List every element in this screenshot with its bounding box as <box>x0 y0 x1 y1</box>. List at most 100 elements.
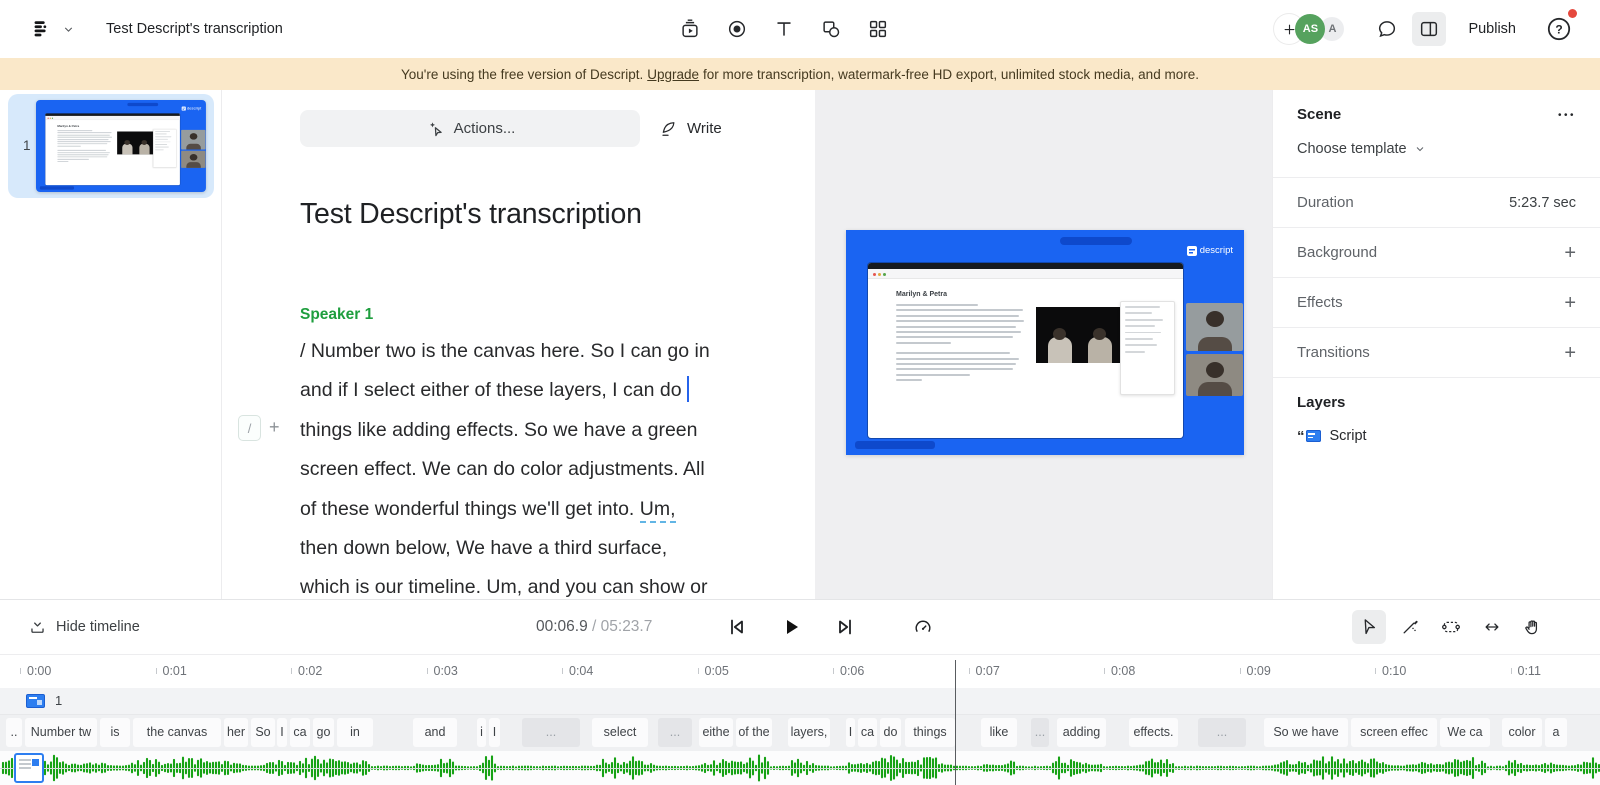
upgrade-link[interactable]: Upgrade <box>647 67 699 82</box>
speaker-label[interactable]: Speaker 1 <box>300 306 373 324</box>
word-segment[interactable]: color <box>1502 718 1542 747</box>
word-segment[interactable]: the canvas <box>133 718 221 747</box>
word-segment[interactable]: I <box>489 718 500 747</box>
word-segment[interactable]: layers, <box>788 718 830 747</box>
webcam-layer-1[interactable] <box>181 129 206 150</box>
word-segment[interactable]: is <box>100 718 130 747</box>
toggle-sidebar-button[interactable] <box>1412 12 1447 46</box>
silence-segment[interactable]: ... <box>522 718 580 747</box>
descript-logo-button[interactable] <box>26 14 56 44</box>
word-segment[interactable]: ca <box>290 718 310 747</box>
add-transitions-button[interactable]: + <box>1564 343 1576 363</box>
inspector-row-duration[interactable]: Duration 5:23.7 sec <box>1273 177 1600 227</box>
transcript-text[interactable]: and if I select either of these layers, … <box>300 379 682 401</box>
word-segment[interactable]: like <box>981 718 1017 747</box>
add-effects-button[interactable]: + <box>1564 293 1576 313</box>
help-button[interactable]: ? <box>1544 9 1577 44</box>
webcam-layer-1[interactable] <box>1186 303 1243 351</box>
filler-word[interactable]: Um, <box>486 576 523 599</box>
play-button[interactable] <box>774 610 808 644</box>
transcript-line[interactable]: things like adding effects. So we have a… <box>300 411 780 450</box>
word-segment[interactable]: We ca <box>1440 718 1490 747</box>
word-segment[interactable]: .. <box>6 718 22 747</box>
word-segment[interactable]: I <box>846 718 855 747</box>
silence-segment[interactable]: ... <box>1031 718 1049 747</box>
transcript[interactable]: / Number two is the canvas here. So I ca… <box>300 332 780 599</box>
inspector-row-background[interactable]: Background + <box>1273 227 1600 277</box>
publish-button[interactable]: Publish <box>1468 21 1516 37</box>
inspector-row-effects[interactable]: Effects + <box>1273 277 1600 327</box>
range-select-tool-button[interactable] <box>1434 610 1468 644</box>
screen-recording-layer[interactable]: Marilyn & Petra <box>868 263 1183 438</box>
hand-tool-button[interactable] <box>1516 610 1550 644</box>
slash-command-button[interactable]: / <box>238 415 261 441</box>
write-button[interactable]: Write <box>658 119 722 139</box>
word-segment[interactable]: her <box>224 718 248 747</box>
transcript-line[interactable]: of these wonderful things we'll get into… <box>300 490 780 529</box>
add-block-button[interactable]: + <box>269 417 280 438</box>
transcript-text[interactable]: of these wonderful things we'll get into… <box>300 498 640 520</box>
word-segment[interactable]: I <box>277 718 287 747</box>
word-segment[interactable]: things <box>905 718 955 747</box>
trim-tool-button[interactable] <box>1475 610 1509 644</box>
hide-timeline-button[interactable]: Hide timeline <box>28 618 140 637</box>
transcript-line[interactable]: / Number two is the canvas here. So I ca… <box>300 332 780 371</box>
clip-thumbnail-chip[interactable] <box>14 753 44 783</box>
playback-speed-button[interactable] <box>906 610 940 644</box>
transcript-text[interactable]: things like adding effects. So we have a… <box>300 419 697 441</box>
playhead[interactable] <box>954 660 957 785</box>
transcript-text[interactable]: which is our timeline. <box>300 576 486 598</box>
word-track[interactable]: .. Number tw is the canvas her So Ica go in and i I… <box>0 715 1600 751</box>
razor-tool-button[interactable] <box>1393 610 1427 644</box>
word-segment[interactable]: eithe <box>699 718 733 747</box>
word-segment[interactable]: adding <box>1057 718 1106 747</box>
silence-segment[interactable]: ... <box>658 718 692 747</box>
transcript-text[interactable]: screen effect. We can do color adjustmen… <box>300 458 705 480</box>
word-segment[interactable]: So <box>251 718 275 747</box>
add-shapes-button[interactable] <box>814 12 848 46</box>
avatar-primary[interactable]: AS <box>1295 14 1326 44</box>
video-preview[interactable]: descript Marilyn & Petra <box>846 230 1244 455</box>
skip-to-end-button[interactable] <box>828 610 862 644</box>
transcript-line[interactable]: then down below, We have a third surface… <box>300 529 780 568</box>
project-title[interactable]: Test Descript's transcription <box>106 21 283 37</box>
record-button[interactable] <box>720 12 754 46</box>
layer-item-script[interactable]: “ Script <box>1297 428 1576 444</box>
word-segment[interactable]: a <box>1545 718 1567 747</box>
add-text-button[interactable] <box>767 12 801 46</box>
word-segment[interactable]: effects. <box>1129 718 1178 747</box>
skip-to-start-button[interactable] <box>720 610 754 644</box>
screen-recording-layer[interactable]: Marilyn & Petra <box>45 113 180 186</box>
webcam-layer-2[interactable] <box>181 150 206 168</box>
transcript-text[interactable]: / Number two is the canvas here. So I ca… <box>300 340 710 362</box>
word-segment[interactable]: in <box>337 718 373 747</box>
word-segment[interactable]: i <box>477 718 486 747</box>
word-segment[interactable]: So we have <box>1264 718 1348 747</box>
add-background-button[interactable]: + <box>1564 243 1576 263</box>
timeline-ruler[interactable]: 0:00 0:01 0:02 0:03 0:04 0:05 0:06 0:07 0:08 0:09… <box>0 655 1600 688</box>
webcam-layer-2[interactable] <box>1186 354 1243 396</box>
select-tool-button[interactable] <box>1352 610 1386 644</box>
word-segment[interactable]: of the <box>736 718 772 747</box>
video-preview-canvas[interactable]: descript Marilyn & Petra <box>36 100 206 192</box>
scene-list-item[interactable]: 1 descript Marilyn & Petra <box>8 94 214 198</box>
audio-track[interactable] <box>0 751 1600 785</box>
scene-menu-button[interactable]: ••• <box>1558 106 1576 121</box>
scene-thumbnail[interactable]: descript Marilyn & Petra <box>36 100 206 192</box>
choose-template-button[interactable]: Choose template <box>1273 123 1600 177</box>
word-segment[interactable]: screen effec <box>1351 718 1437 747</box>
video-preview-canvas[interactable]: descript Marilyn & Petra <box>846 230 1244 455</box>
inspector-row-transitions[interactable]: Transitions + <box>1273 327 1600 377</box>
silence-segment[interactable]: ... <box>1198 718 1246 747</box>
transcript-text[interactable]: then down below, We have a third surface… <box>300 537 667 559</box>
document-title[interactable]: Test Descript's transcription <box>300 198 642 231</box>
word-segment[interactable]: select <box>592 718 648 747</box>
scene-track[interactable]: 1 <box>0 688 1600 715</box>
filler-word[interactable]: Um, <box>639 497 676 523</box>
word-segment[interactable]: and <box>413 718 457 747</box>
word-segment[interactable]: do <box>880 718 901 747</box>
comments-button[interactable] <box>1370 12 1404 46</box>
transcript-text[interactable]: and you can show or <box>522 576 708 598</box>
project-menu-button[interactable] <box>58 12 78 46</box>
transcript-line[interactable]: and if I select either of these layers, … <box>300 371 780 410</box>
